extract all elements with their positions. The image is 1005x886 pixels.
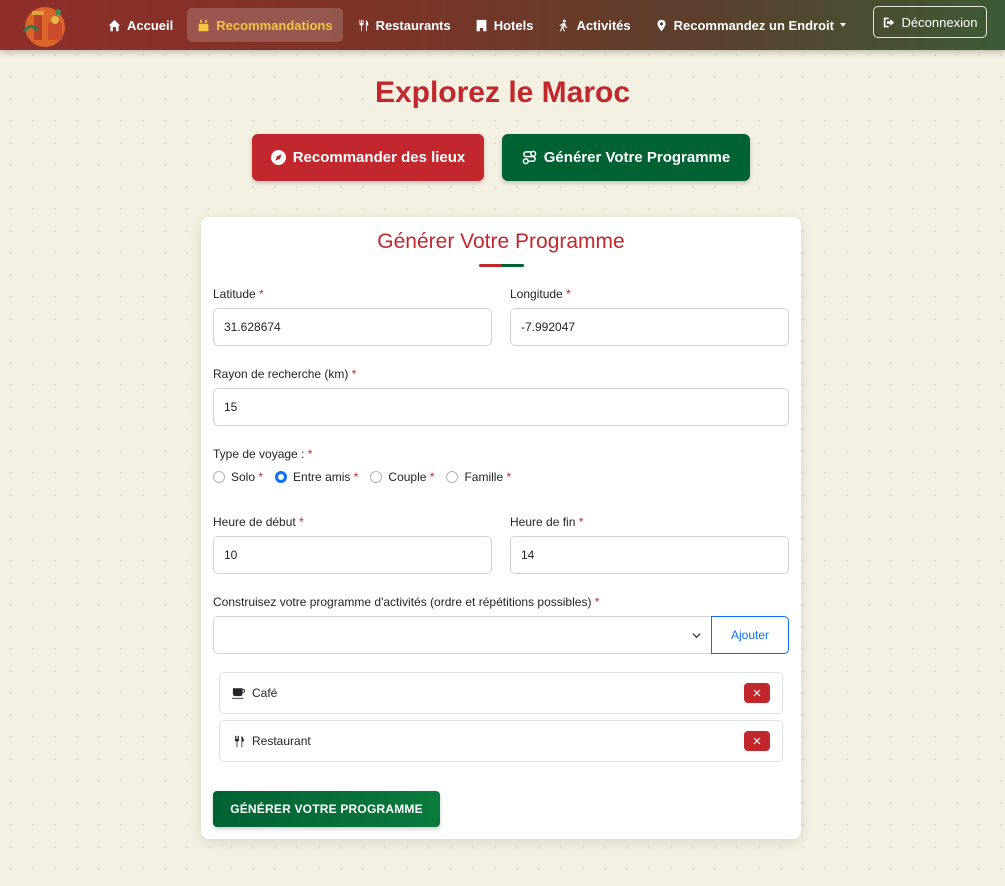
nav-recommandations[interactable]: Recommandations bbox=[187, 8, 343, 42]
utensils-icon bbox=[234, 735, 244, 747]
travel-type-group: Solo * Entre amis * Couple * Famille * bbox=[213, 470, 523, 484]
activity-item-label: Café bbox=[252, 686, 278, 700]
radio-circle[interactable] bbox=[370, 471, 383, 483]
calendar-icon bbox=[198, 19, 209, 31]
utensils-icon bbox=[359, 19, 368, 31]
activity-item-label: Restaurant bbox=[252, 734, 311, 748]
radius-label: Rayon de recherche (km) * bbox=[213, 367, 357, 381]
map-pin-icon bbox=[657, 19, 666, 31]
nav-recommandez-label: Recommandez un Endroit bbox=[673, 17, 834, 33]
radio-circle[interactable] bbox=[446, 471, 459, 483]
activity-select[interactable] bbox=[213, 616, 712, 654]
sign-out-icon bbox=[883, 17, 894, 27]
chevron-down-icon bbox=[692, 632, 701, 638]
latitude-label: Latitude * bbox=[213, 287, 264, 301]
recommend-places-button[interactable]: Recommander des lieux bbox=[252, 134, 484, 181]
page-title: Explorez le Maroc bbox=[374, 76, 631, 109]
nav-hotels[interactable]: Hotels bbox=[465, 8, 544, 42]
latitude-input[interactable]: 31.628674 bbox=[213, 308, 492, 346]
nav-restaurants-label: Restaurants bbox=[375, 17, 451, 33]
longitude-label: Longitude * bbox=[510, 287, 571, 301]
logout-button[interactable]: Déconnexion bbox=[873, 6, 987, 38]
radius-input[interactable]: 15 bbox=[213, 388, 789, 426]
activity-list-item: Restaurant ✕ bbox=[219, 720, 783, 762]
radio-famille-label: Famille * bbox=[464, 470, 512, 484]
recommend-places-label: Recommander des lieux bbox=[292, 149, 466, 166]
nav-recommandez-endroit[interactable]: Recommandez un Endroit bbox=[645, 8, 856, 42]
nav-accueil-label: Accueil bbox=[127, 17, 174, 33]
logout-label: Déconnexion bbox=[901, 14, 978, 30]
start-time-label: Heure de début * bbox=[213, 515, 304, 529]
end-time-input[interactable]: 14 bbox=[510, 536, 789, 574]
travel-type-label: Type de voyage : * bbox=[213, 447, 313, 461]
nav-hotels-label: Hotels bbox=[493, 17, 534, 33]
longitude-input[interactable]: -7.992047 bbox=[510, 308, 789, 346]
radio-famille[interactable]: Famille * bbox=[446, 470, 511, 484]
radio-entre-amis-label: Entre amis * bbox=[293, 470, 359, 484]
generate-program-tab-label: Générer Votre Programme bbox=[543, 149, 731, 166]
radio-couple-label: Couple * bbox=[388, 470, 435, 484]
nav-accueil[interactable]: Accueil bbox=[98, 8, 183, 42]
site-logo[interactable] bbox=[18, 0, 72, 50]
top-navbar: Accueil Recommandations Restaurants Hote… bbox=[0, 0, 1005, 50]
nav-recommandations-label: Recommandations bbox=[216, 17, 333, 33]
generate-program-submit-button[interactable]: GÉNÉRER VOTRE PROGRAMME bbox=[213, 791, 440, 827]
start-time-input[interactable]: 10 bbox=[213, 536, 492, 574]
nav-activites-label: Activités bbox=[576, 17, 631, 33]
program-builder-label: Construisez votre programme d'activités … bbox=[213, 595, 600, 609]
home-icon bbox=[108, 19, 121, 31]
radio-circle-checked[interactable] bbox=[275, 471, 288, 483]
form-title: Générer Votre Programme bbox=[377, 230, 625, 253]
remove-activity-button[interactable]: ✕ bbox=[744, 683, 770, 703]
coffee-icon bbox=[232, 687, 246, 699]
radio-solo[interactable]: Solo * bbox=[213, 470, 263, 484]
route-icon bbox=[522, 150, 537, 165]
radio-entre-amis[interactable]: Entre amis * bbox=[275, 470, 358, 484]
title-underline bbox=[479, 264, 524, 267]
walking-icon bbox=[559, 19, 568, 31]
remove-activity-button[interactable]: ✕ bbox=[744, 731, 770, 751]
building-icon bbox=[476, 19, 487, 31]
nav-restaurants[interactable]: Restaurants bbox=[347, 8, 461, 42]
activity-list-item: Café ✕ bbox=[219, 672, 783, 714]
nav-activites[interactable]: Activités bbox=[547, 8, 640, 42]
generate-program-tab-button[interactable]: Générer Votre Programme bbox=[502, 134, 750, 181]
add-activity-button[interactable]: Ajouter bbox=[711, 616, 789, 654]
compass-icon bbox=[270, 150, 286, 165]
radio-couple[interactable]: Couple * bbox=[370, 470, 434, 484]
radio-solo-label: Solo * bbox=[231, 470, 264, 484]
end-time-label: Heure de fin * bbox=[510, 515, 584, 529]
chevron-down-icon bbox=[840, 23, 846, 27]
program-form-card: Générer Votre Programme Latitude * 31.62… bbox=[201, 217, 801, 839]
radio-circle[interactable] bbox=[213, 471, 225, 483]
